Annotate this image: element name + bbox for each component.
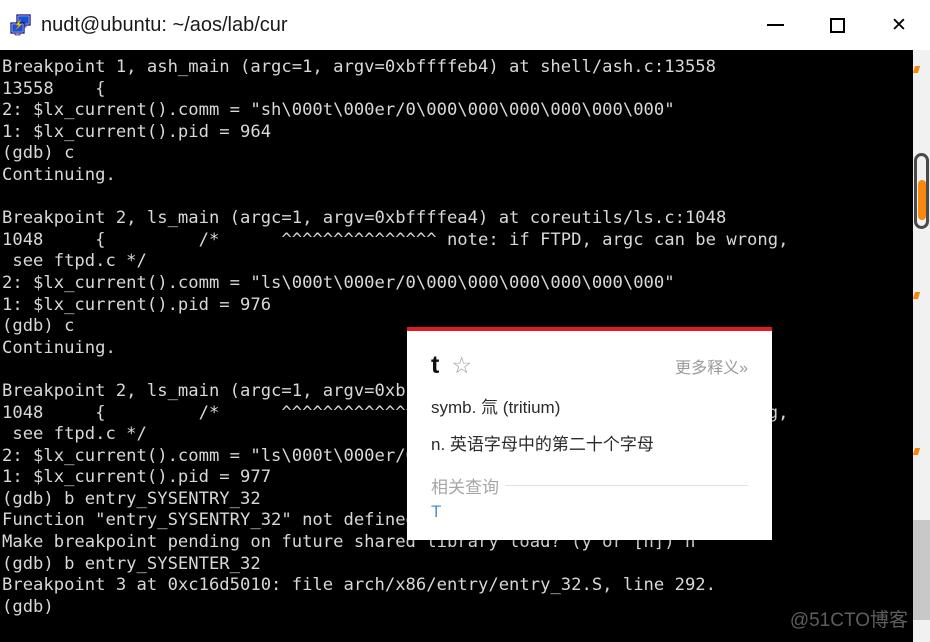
terminal-line: (gdb) — [2, 596, 54, 617]
dictionary-popup-header: t ☆ 更多释义» — [407, 331, 772, 378]
close-button[interactable]: ✕ — [868, 0, 930, 50]
dictionary-popup[interactable]: t ☆ 更多释义» symb. 氚 (tritium) n. 英语字母中的第二十… — [407, 327, 772, 540]
terminal-line: 2: $lx_current().comm = "ls\000t\000er/0… — [2, 272, 675, 293]
terminal-line: Continuing. — [2, 164, 116, 185]
window-controls: ✕ — [744, 0, 930, 50]
terminal-line: Breakpoint 2, ls_main (argc=1, argv=0xbf… — [2, 208, 727, 229]
terminal-window: nudt@ubuntu: ~/aos/lab/cur ✕ Breakpoint … — [0, 0, 930, 642]
terminal-line: 1: $lx_current().pid = 976 — [2, 294, 272, 315]
minimize-button[interactable] — [744, 0, 806, 50]
dictionary-related-label: 相关查询 — [431, 477, 499, 497]
terminal-line: 13558 { — [2, 78, 106, 99]
putty-icon — [10, 14, 32, 36]
terminal-line: 1048 { /* ^^^^^^^^^^^^^^^ note: if FTPD,… — [2, 229, 789, 250]
scrollbar-tick-mark — [912, 448, 921, 455]
maximize-icon — [829, 17, 845, 33]
more-definitions-link[interactable]: 更多释义» — [675, 354, 748, 378]
scrollbar-tick-mark — [912, 66, 921, 73]
terminal-line: 1: $lx_current().pid = 964 — [2, 121, 272, 142]
vertical-scrollbar[interactable] — [912, 50, 930, 642]
close-icon: ✕ — [891, 13, 907, 36]
minimize-icon — [766, 24, 784, 26]
maximize-button[interactable] — [806, 0, 868, 50]
terminal-line: 2: $lx_current().comm = "sh\000t\000er/0… — [2, 100, 675, 121]
scrollbar-thumb[interactable] — [918, 180, 926, 220]
terminal-line: Breakpoint 3 at 0xc16d5010: file arch/x8… — [2, 575, 716, 596]
window-title: nudt@ubuntu: ~/aos/lab/cur — [41, 13, 288, 36]
terminal-line: see ftpd.c */ — [2, 251, 147, 272]
scrollbar-track-lower[interactable] — [913, 520, 930, 620]
dictionary-related-item[interactable]: T — [407, 498, 772, 522]
scrollbar-tick-mark — [912, 292, 921, 299]
divider — [505, 484, 748, 486]
dictionary-related-section: 相关查询 — [407, 473, 772, 498]
window-titlebar: nudt@ubuntu: ~/aos/lab/cur ✕ — [0, 0, 930, 51]
star-icon[interactable]: ☆ — [451, 354, 472, 377]
dictionary-sense: symb. 氚 (tritium) — [431, 398, 561, 417]
terminal-line: (gdb) b entry_SYSENTER_32 — [2, 553, 261, 574]
terminal-line: Breakpoint 1, ash_main (argc=1, argv=0xb… — [2, 57, 716, 77]
dictionary-sense: n. 英语字母中的第二十个字母 — [431, 434, 654, 454]
dictionary-word: t — [431, 351, 440, 379]
terminal-line: (gdb) c — [2, 143, 75, 164]
